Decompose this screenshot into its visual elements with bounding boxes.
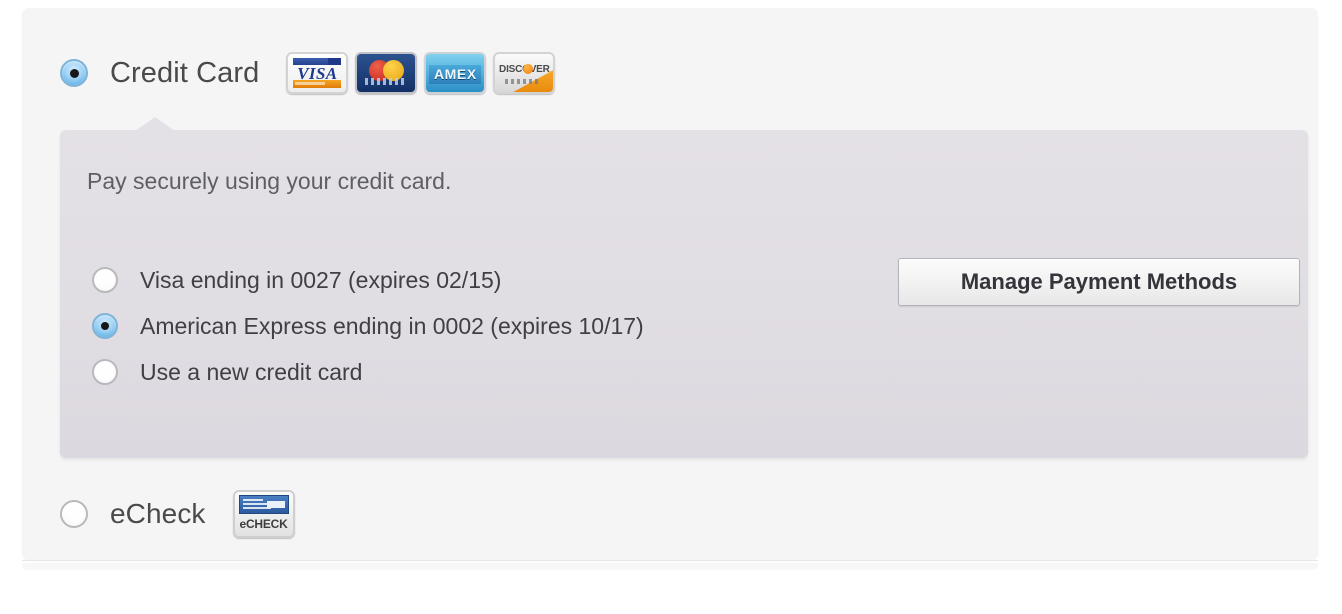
visa-icon-bottom-bar xyxy=(293,80,342,88)
saved-card-option-new-card[interactable]: Use a new credit card xyxy=(92,349,644,395)
mastercard-icon-strip xyxy=(365,78,408,85)
saved-card-option-amex[interactable]: American Express ending in 0002 (expires… xyxy=(92,303,644,349)
accepted-card-icons: VISA AMEX DISCOVER xyxy=(286,52,556,94)
radio-echeck[interactable] xyxy=(60,500,88,528)
saved-cards-list: Visa ending in 0027 (expires 02/15) Amer… xyxy=(92,257,644,395)
echeck-icon-line-1 xyxy=(242,499,263,501)
saved-card-label-visa: Visa ending in 0027 (expires 02/15) xyxy=(140,266,502,293)
radio-saved-card-new[interactable] xyxy=(92,359,118,385)
saved-card-label-amex: American Express ending in 0002 (expires… xyxy=(140,312,644,339)
saved-card-label-new: Use a new credit card xyxy=(140,358,363,385)
echeck-icon-label: eCHECK xyxy=(239,517,288,531)
saved-card-option-visa[interactable]: Visa ending in 0027 (expires 02/15) xyxy=(92,257,644,303)
credit-card-panel: Pay securely using your credit card. Vis… xyxy=(60,117,1308,458)
radio-credit-card-selected[interactable] xyxy=(60,59,88,87)
mastercard-icon xyxy=(355,52,418,94)
payment-method-label-credit-card: Credit Card xyxy=(110,56,260,89)
discover-icon: DISCOVER xyxy=(493,52,556,94)
visa-icon: VISA xyxy=(286,52,349,94)
manage-payment-methods-button[interactable]: Manage Payment Methods xyxy=(898,258,1300,306)
panel-pointer-arrow xyxy=(135,117,175,131)
echeck-icon-amount-box xyxy=(266,501,285,508)
card-bottom-strip xyxy=(22,563,1318,570)
discover-icon-signature-strip xyxy=(505,79,540,84)
radio-saved-card-visa[interactable] xyxy=(92,267,118,293)
payment-methods-card: Credit Card VISA AMEX DISCOVE xyxy=(22,8,1318,560)
card-bottom-divider xyxy=(22,560,1318,561)
payment-method-option-credit-card[interactable]: Credit Card VISA AMEX DISCOVE xyxy=(60,52,556,94)
payment-method-option-echeck[interactable]: eCheck eCHECK xyxy=(60,490,295,538)
echeck-icon: eCHECK xyxy=(232,490,295,538)
amex-icon-label: AMEX xyxy=(433,66,477,82)
echeck-icon-check-image xyxy=(238,495,289,514)
echeck-icon-group: eCHECK xyxy=(232,490,295,538)
payment-method-page: Credit Card VISA AMEX DISCOVE xyxy=(0,0,1342,614)
radio-saved-card-amex-selected[interactable] xyxy=(92,313,118,339)
credit-card-intro-text: Pay securely using your credit card. xyxy=(87,168,452,194)
payment-method-label-echeck: eCheck xyxy=(110,498,206,529)
amex-icon: AMEX xyxy=(424,52,487,94)
